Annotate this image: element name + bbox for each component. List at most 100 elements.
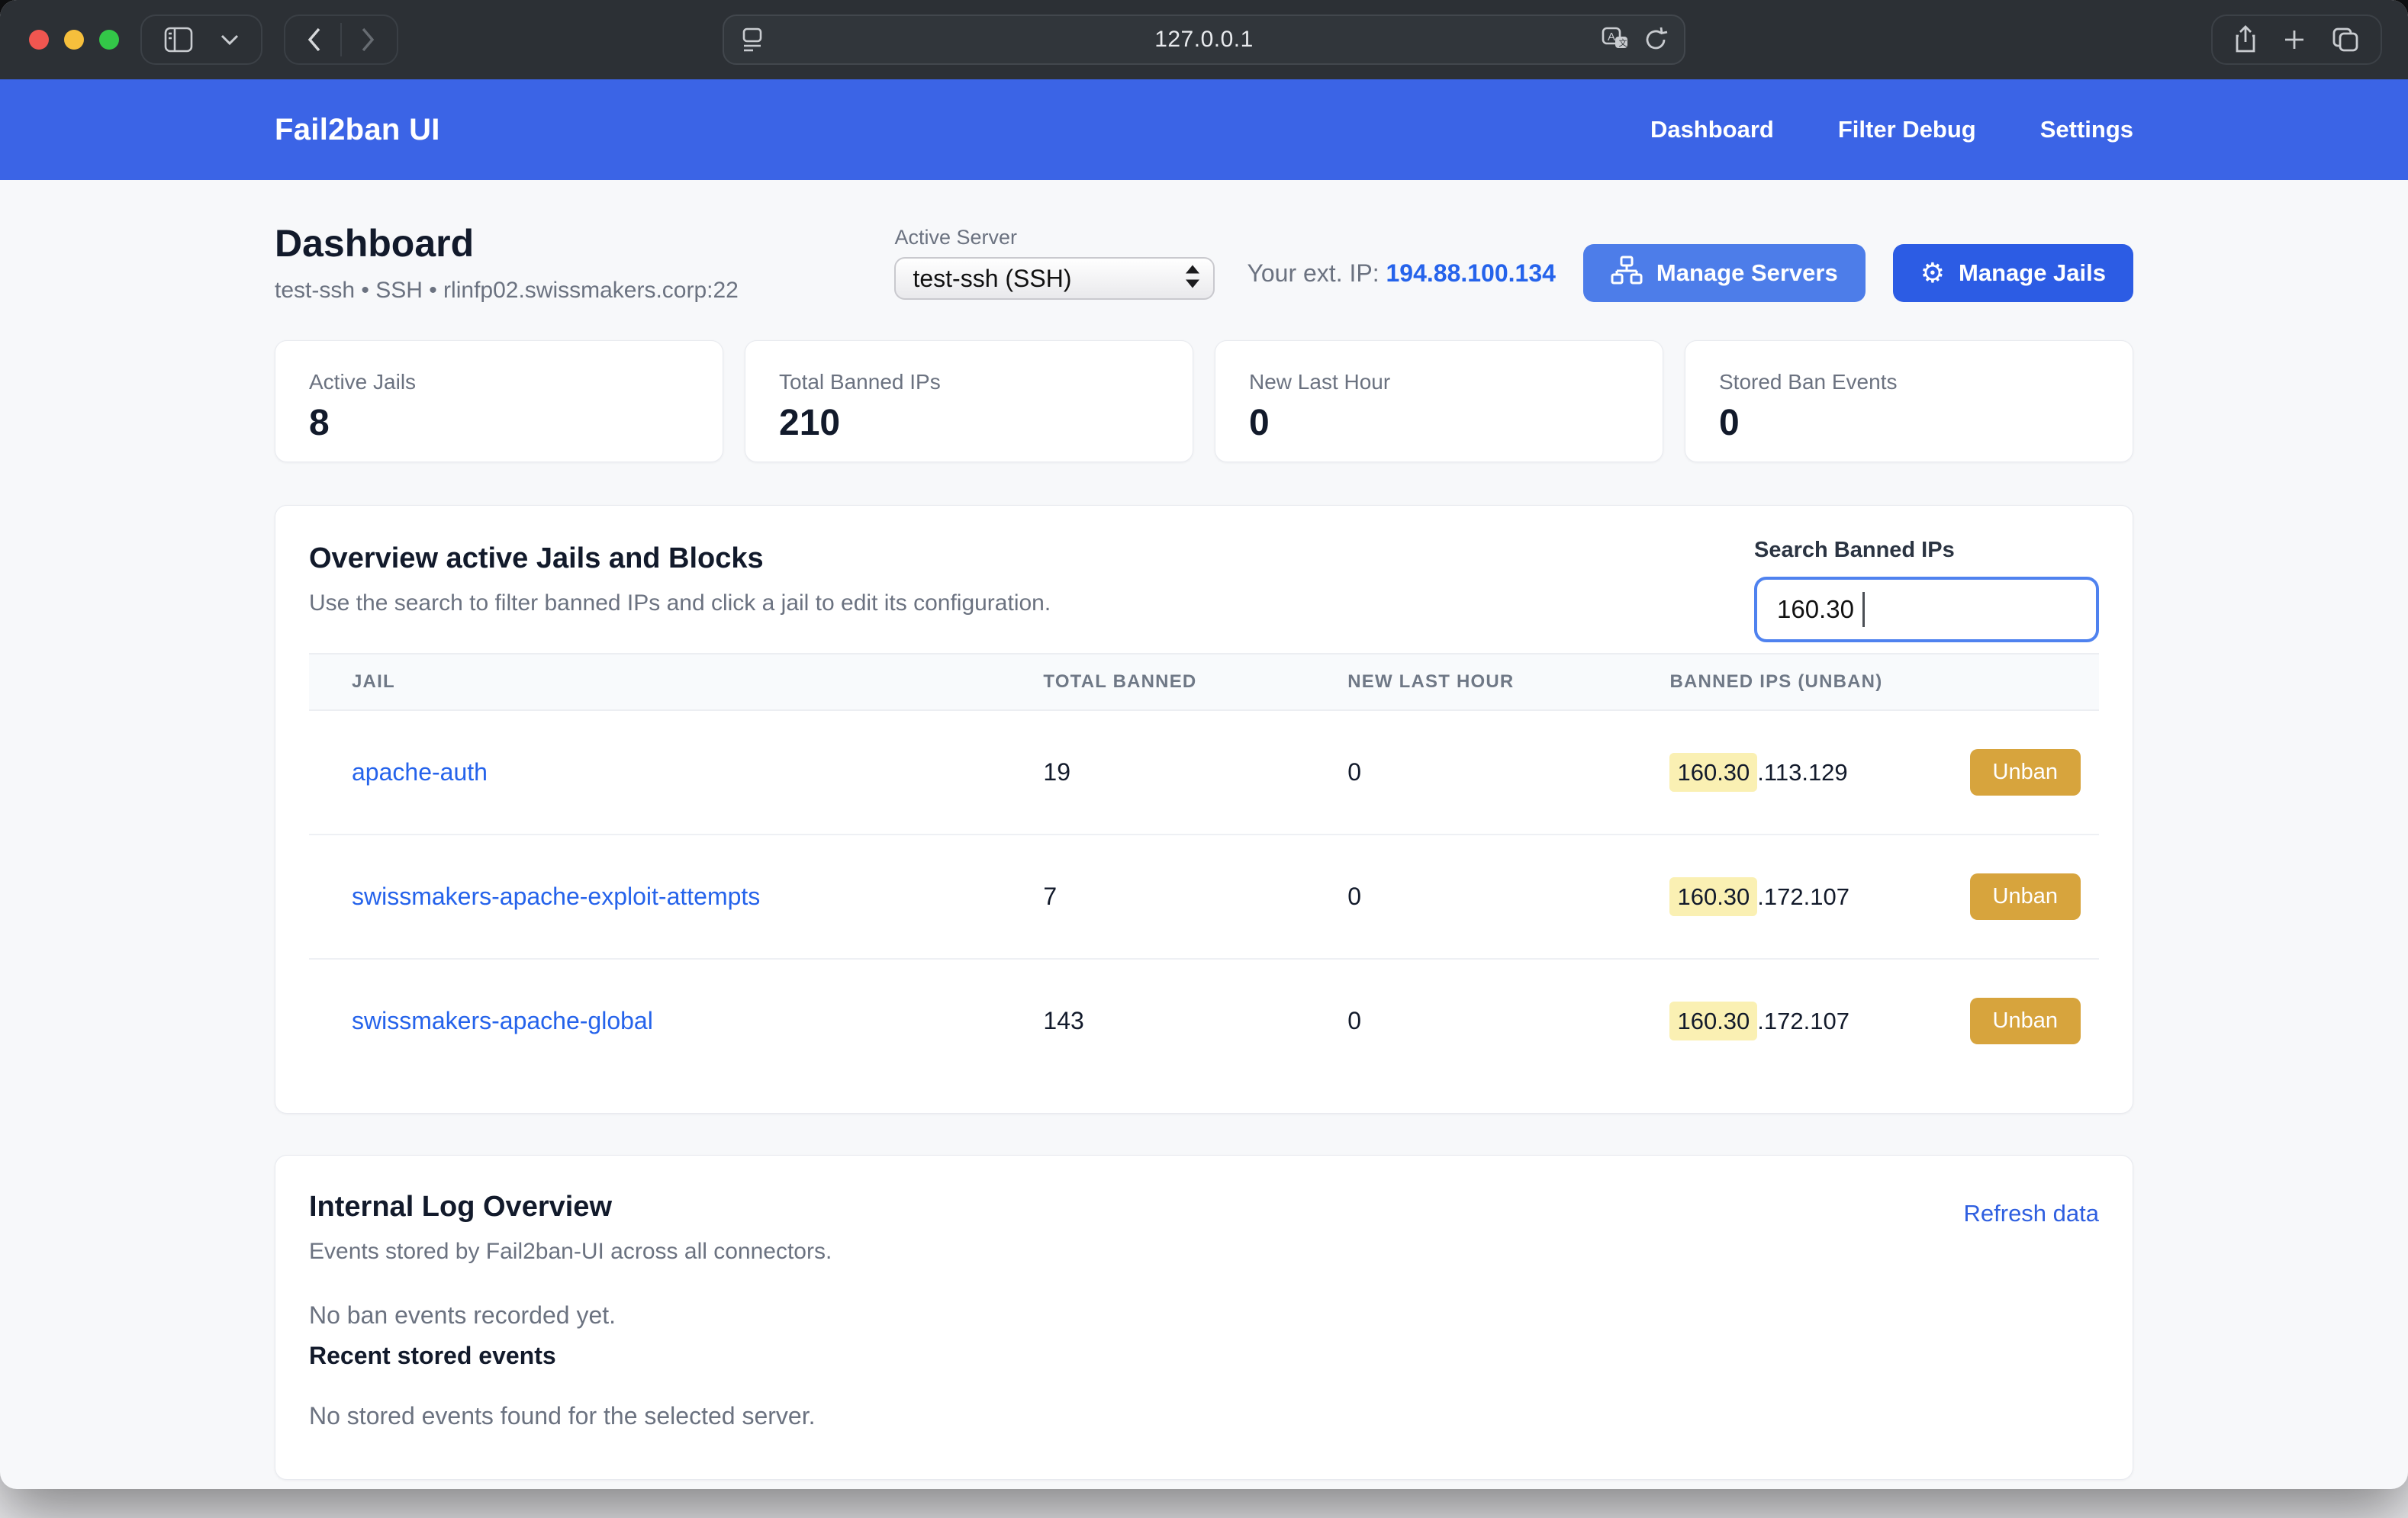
banned-ip: 160.30.172.107 bbox=[1669, 1008, 1849, 1035]
sidebar-menu-button[interactable] bbox=[212, 34, 247, 46]
stat-cards: Active Jails 8 Total Banned IPs 210 New … bbox=[275, 340, 2133, 462]
stat-card-active-jails: Active Jails 8 bbox=[275, 340, 723, 462]
column-banned-ips: BANNED IPS (UNBAN) bbox=[1651, 654, 2099, 710]
new-last-hour-value: 0 bbox=[1329, 835, 1651, 959]
unban-button[interactable]: Unban bbox=[1970, 749, 2081, 796]
stat-value: 0 bbox=[1719, 402, 2099, 444]
page-title: Dashboard bbox=[275, 221, 739, 265]
no-ban-events-message: No ban events recorded yet. bbox=[309, 1301, 2099, 1330]
stat-label: Total Banned IPs bbox=[779, 370, 1159, 394]
translate-icon: A 文 bbox=[1600, 26, 1631, 53]
manage-servers-button[interactable]: Manage Servers bbox=[1583, 244, 1866, 302]
stat-label: Active Jails bbox=[309, 370, 689, 394]
new-tab-button[interactable] bbox=[2275, 28, 2313, 51]
new-last-hour-value: 0 bbox=[1329, 710, 1651, 835]
ip-search-match: 160.30 bbox=[1669, 753, 1757, 792]
total-banned-value: 19 bbox=[1025, 710, 1329, 835]
divider bbox=[340, 23, 342, 56]
share-button[interactable] bbox=[2226, 25, 2265, 54]
reload-button[interactable] bbox=[1643, 26, 1669, 53]
sitemap-icon bbox=[1611, 256, 1643, 291]
external-ip-label: Your ext. IP: bbox=[1247, 259, 1379, 287]
sidebar-icon bbox=[163, 26, 194, 53]
ip-rest: .172.107 bbox=[1757, 883, 1849, 910]
banned-ip: 160.30.172.107 bbox=[1669, 883, 1849, 911]
manage-jails-label: Manage Jails bbox=[1959, 259, 2106, 287]
active-server-group: Active Server test-ssh (SSH) bbox=[894, 226, 1215, 300]
total-banned-value: 7 bbox=[1025, 835, 1329, 959]
svg-text:A: A bbox=[1608, 31, 1615, 43]
browser-window: 127.0.0.1 A 文 bbox=[0, 0, 2408, 1489]
text-caret bbox=[1862, 592, 1865, 627]
minimize-window-button[interactable] bbox=[64, 30, 84, 50]
manage-servers-label: Manage Servers bbox=[1656, 259, 1838, 287]
url-text: 127.0.0.1 bbox=[724, 27, 1684, 53]
jails-table: JAIL TOTAL BANNED NEW LAST HOUR BANNED I… bbox=[309, 653, 2099, 1082]
page-content: Dashboard test-ssh • SSH • rlinfp02.swis… bbox=[0, 180, 2408, 1480]
column-jail: JAIL bbox=[309, 654, 1025, 710]
traffic-lights bbox=[29, 30, 119, 50]
address-bar[interactable]: 127.0.0.1 A 文 bbox=[723, 14, 1685, 65]
stat-value: 0 bbox=[1249, 402, 1629, 444]
zoom-window-button[interactable] bbox=[99, 30, 119, 50]
active-server-select[interactable]: test-ssh (SSH) bbox=[894, 257, 1215, 300]
recent-stored-events-title: Recent stored events bbox=[309, 1342, 2099, 1370]
stat-card-total-banned: Total Banned IPs 210 bbox=[745, 340, 1193, 462]
jail-link[interactable]: apache-auth bbox=[352, 758, 488, 786]
stat-card-new-last-hour: New Last Hour 0 bbox=[1215, 340, 1663, 462]
stat-label: New Last Hour bbox=[1249, 370, 1629, 394]
dashboard-header: Dashboard test-ssh • SSH • rlinfp02.swis… bbox=[275, 221, 2133, 304]
ip-rest: .113.129 bbox=[1757, 759, 1847, 786]
chevron-right-icon bbox=[360, 27, 375, 53]
nav-filter-debug[interactable]: Filter Debug bbox=[1838, 116, 1976, 143]
share-icon bbox=[2234, 25, 2257, 54]
unban-button[interactable]: Unban bbox=[1970, 873, 2081, 920]
jail-link[interactable]: swissmakers-apache-global bbox=[352, 1007, 653, 1034]
close-window-button[interactable] bbox=[29, 30, 49, 50]
no-stored-events-message: No stored events found for the selected … bbox=[309, 1402, 2099, 1430]
reload-icon bbox=[1643, 26, 1669, 53]
new-last-hour-value: 0 bbox=[1329, 959, 1651, 1082]
jails-overview-card: Overview active Jails and Blocks Use the… bbox=[275, 505, 2133, 1114]
column-total-banned: TOTAL BANNED bbox=[1025, 654, 1329, 710]
window-actions bbox=[2211, 14, 2382, 65]
internal-log-title: Internal Log Overview bbox=[309, 1191, 2099, 1224]
banned-ip: 160.30.113.129 bbox=[1669, 759, 1847, 786]
forward-button[interactable] bbox=[353, 27, 383, 53]
internal-log-card: Internal Log Overview Refresh data Event… bbox=[275, 1155, 2133, 1480]
search-banned-ips-input[interactable] bbox=[1754, 577, 2099, 642]
external-ip-value[interactable]: 194.88.100.134 bbox=[1386, 259, 1555, 287]
nav-settings[interactable]: Settings bbox=[2040, 116, 2133, 143]
browser-chrome: 127.0.0.1 A 文 bbox=[0, 0, 2408, 79]
sidebar-toggle-button[interactable] bbox=[156, 26, 201, 53]
manage-jails-button[interactable]: ⚙ Manage Jails bbox=[1893, 244, 2133, 302]
ip-search-match: 160.30 bbox=[1669, 1002, 1757, 1040]
back-button[interactable] bbox=[299, 27, 330, 53]
table-header-row: JAIL TOTAL BANNED NEW LAST HOUR BANNED I… bbox=[309, 654, 2099, 710]
page-subtitle: test-ssh • SSH • rlinfp02.swissmakers.co… bbox=[275, 278, 739, 304]
search-banned-ips-group: Search Banned IPs bbox=[1754, 538, 2099, 642]
app-header: Fail2ban UI Dashboard Filter Debug Setti… bbox=[0, 79, 2408, 180]
ip-search-match: 160.30 bbox=[1669, 877, 1757, 916]
jail-link[interactable]: swissmakers-apache-exploit-attempts bbox=[352, 883, 760, 910]
sidebar-controls bbox=[140, 14, 262, 65]
ip-rest: .172.107 bbox=[1757, 1008, 1849, 1034]
translate-button[interactable]: A 文 bbox=[1600, 26, 1631, 53]
nav-dashboard[interactable]: Dashboard bbox=[1650, 116, 1774, 143]
plus-icon bbox=[2283, 28, 2306, 51]
app-brand: Fail2ban UI bbox=[275, 113, 440, 147]
tab-overview-button[interactable] bbox=[2324, 27, 2367, 53]
stat-card-stored-ban-events: Stored Ban Events 0 bbox=[1685, 340, 2133, 462]
chevron-down-icon bbox=[220, 34, 240, 46]
unban-button[interactable]: Unban bbox=[1970, 998, 2081, 1044]
active-server-label: Active Server bbox=[894, 226, 1215, 249]
search-banned-ips-label: Search Banned IPs bbox=[1754, 538, 1955, 562]
external-ip: Your ext. IP: 194.88.100.134 bbox=[1247, 259, 1555, 288]
gear-icon: ⚙ bbox=[1920, 259, 1945, 287]
refresh-data-link[interactable]: Refresh data bbox=[1964, 1200, 2100, 1227]
column-new-last-hour: NEW LAST HOUR bbox=[1329, 654, 1651, 710]
table-row: apache-auth 19 0 160.30.113.129 Unban bbox=[309, 710, 2099, 835]
internal-log-description: Events stored by Fail2ban-UI across all … bbox=[309, 1239, 2099, 1265]
main-nav: Dashboard Filter Debug Settings bbox=[1650, 116, 2133, 143]
chevron-left-icon bbox=[307, 27, 322, 53]
